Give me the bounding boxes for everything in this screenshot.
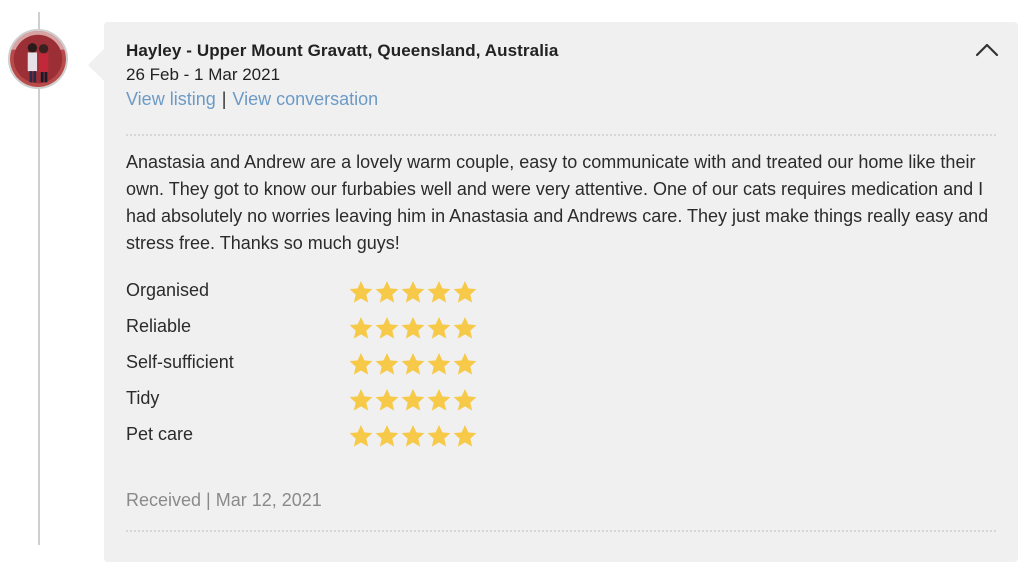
star-icon (401, 388, 425, 411)
star-icon (349, 352, 373, 375)
star-icon (375, 316, 399, 339)
rating-label-pet-care: Pet care (126, 424, 194, 444)
review-links: View listing | View conversation (126, 89, 378, 110)
received-date: Received | Mar 12, 2021 (126, 490, 322, 510)
star-icon (401, 280, 425, 303)
star-icon (427, 352, 451, 375)
timeline-line (38, 12, 40, 545)
star-icon (349, 424, 373, 447)
reviewer-avatar[interactable] (8, 29, 68, 89)
chevron-up-icon (975, 43, 999, 57)
review-card: Hayley - Upper Mount Gravatt, Queensland… (104, 22, 1018, 562)
reviewer-name: Hayley - Upper Mount Gravatt, Queensland… (126, 41, 559, 60)
star-icon (453, 352, 477, 375)
review-text: Anastasia and Andrew are a lovely warm c… (126, 152, 989, 253)
star-icon (375, 352, 399, 375)
star-icon (453, 316, 477, 339)
star-icon (375, 424, 399, 447)
star-icon (375, 388, 399, 411)
star-rating (348, 315, 478, 341)
star-icon (427, 388, 451, 411)
star-rating (348, 387, 478, 413)
star-icon (427, 316, 451, 339)
view-conversation-link[interactable]: View conversation (232, 89, 378, 109)
star-rating (348, 279, 478, 305)
divider (126, 530, 996, 532)
star-icon (427, 280, 451, 303)
star-icon (375, 280, 399, 303)
collapse-button[interactable] (974, 42, 1000, 58)
star-icon (349, 280, 373, 303)
star-icon (349, 316, 373, 339)
star-icon (453, 424, 477, 447)
rating-label-tidy: Tidy (126, 388, 160, 408)
link-separator: | (221, 89, 227, 109)
rating-label-reliable: Reliable (126, 316, 192, 336)
stay-dates: 26 Feb - 1 Mar 2021 (126, 65, 281, 84)
rating-label-organised: Organised (126, 280, 210, 300)
star-icon (401, 352, 425, 375)
star-icon (401, 424, 425, 447)
star-rating (348, 423, 478, 449)
star-icon (349, 388, 373, 411)
star-icon (401, 316, 425, 339)
star-icon (453, 280, 477, 303)
view-listing-link[interactable]: View listing (126, 89, 216, 109)
rating-label-self-sufficient: Self-sufficient (126, 352, 234, 372)
star-rating (348, 351, 478, 377)
star-icon (453, 388, 477, 411)
avatar-photo (10, 31, 66, 87)
divider (126, 134, 996, 136)
star-icon (427, 424, 451, 447)
card-pointer (88, 49, 104, 81)
